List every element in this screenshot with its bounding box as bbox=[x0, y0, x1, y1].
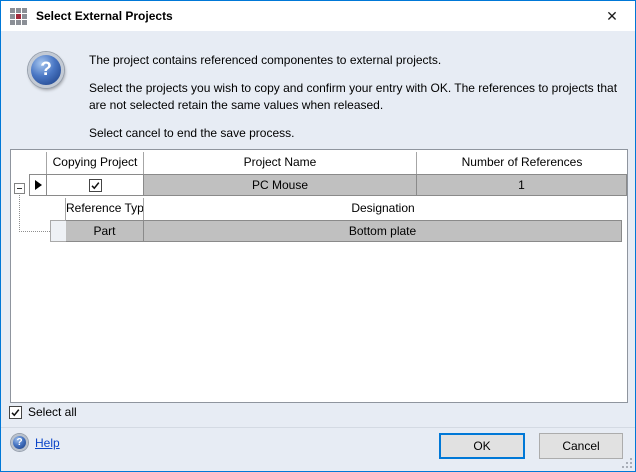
number-of-references-cell[interactable]: 1 bbox=[417, 174, 627, 196]
select-all-option[interactable]: Select all bbox=[9, 405, 77, 419]
sub-row-selector-cell[interactable] bbox=[50, 220, 66, 242]
collapse-expander-icon[interactable] bbox=[14, 183, 25, 194]
tree-connector-horizontal bbox=[19, 231, 50, 233]
column-header-copying-project[interactable]: Copying Project bbox=[47, 152, 144, 174]
cancel-button[interactable]: Cancel bbox=[539, 433, 623, 459]
main-grid: Copying Project Project Name Number of R… bbox=[29, 152, 627, 196]
footer-separator bbox=[1, 427, 635, 428]
main-header-row: Copying Project Project Name Number of R… bbox=[29, 152, 627, 174]
close-icon[interactable]: ✕ bbox=[589, 1, 635, 31]
dialog-message: The project contains referenced componen… bbox=[89, 52, 625, 153]
current-row-arrow-icon bbox=[35, 180, 42, 190]
select-all-label: Select all bbox=[28, 405, 77, 419]
column-header-number-of-references[interactable]: Number of References bbox=[417, 152, 627, 174]
select-external-projects-dialog: Select External Projects ✕ ? The project… bbox=[0, 0, 636, 472]
help-link[interactable]: Help bbox=[35, 436, 60, 450]
designation-cell[interactable]: Bottom plate bbox=[144, 220, 622, 242]
project-name-cell[interactable]: PC Mouse bbox=[144, 174, 417, 196]
check-icon bbox=[10, 407, 21, 418]
reference-type-cell[interactable]: Part bbox=[66, 220, 144, 242]
help-question-icon: ? bbox=[11, 434, 28, 451]
column-header-designation[interactable]: Designation bbox=[144, 198, 622, 220]
check-icon bbox=[90, 180, 101, 191]
copying-project-cell[interactable] bbox=[47, 174, 144, 196]
tree-connector-vertical bbox=[19, 195, 21, 232]
sub-header-row: Reference Type Designation bbox=[50, 198, 624, 220]
selector-column-header bbox=[29, 152, 47, 174]
references-sub-grid: Reference Type Designation Part Bottom p… bbox=[50, 198, 624, 242]
sub-selector-column-header bbox=[50, 198, 66, 220]
window-title: Select External Projects bbox=[36, 9, 173, 23]
column-header-reference-type[interactable]: Reference Type bbox=[66, 198, 144, 220]
copying-project-checkbox[interactable] bbox=[89, 179, 102, 192]
select-all-checkbox[interactable] bbox=[9, 406, 22, 419]
message-line-1: The project contains referenced componen… bbox=[89, 52, 625, 69]
column-header-project-name[interactable]: Project Name bbox=[144, 152, 417, 174]
message-line-3: Select cancel to end the save process. bbox=[89, 125, 625, 142]
help-area[interactable]: ? Help bbox=[11, 434, 60, 451]
ok-button[interactable]: OK bbox=[439, 433, 525, 459]
message-line-2: Select the projects you wish to copy and… bbox=[89, 80, 625, 114]
app-grid-icon bbox=[10, 8, 27, 25]
title-bar[interactable]: Select External Projects ✕ bbox=[1, 1, 635, 31]
resize-grip[interactable] bbox=[622, 458, 632, 468]
projects-table: Copying Project Project Name Number of R… bbox=[10, 149, 628, 403]
project-row[interactable]: PC Mouse 1 bbox=[29, 174, 627, 196]
row-selector-cell[interactable] bbox=[29, 174, 47, 196]
reference-row[interactable]: Part Bottom plate bbox=[50, 220, 624, 242]
question-mark-icon: ? bbox=[28, 52, 64, 88]
